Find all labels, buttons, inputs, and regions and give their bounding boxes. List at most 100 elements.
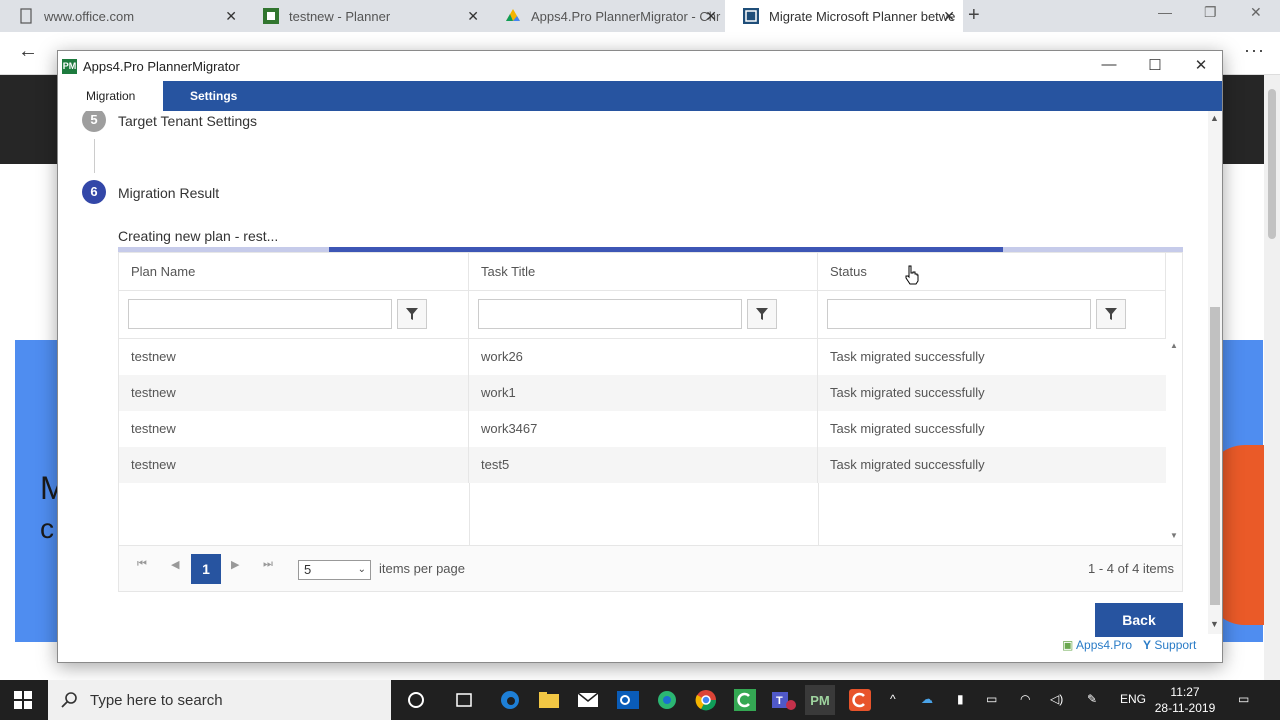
- last-page-icon[interactable]: ⏭: [263, 558, 273, 571]
- windows-start-icon[interactable]: [14, 691, 32, 709]
- grid-filter-row: [119, 291, 1166, 339]
- battery-icon[interactable]: ▭: [986, 692, 997, 706]
- wifi-icon[interactable]: ◠: [1020, 692, 1030, 706]
- restore-icon[interactable]: ❐: [1204, 4, 1217, 21]
- column-header-task-title[interactable]: Task Title: [469, 253, 818, 291]
- chrome-icon[interactable]: [694, 688, 718, 712]
- taskbar-search-placeholder: Type here to search: [90, 691, 223, 709]
- taskbar: Type here to search T PM ^ ☁ ▮ ▭ ◠ ◁) ✎ …: [0, 680, 1280, 720]
- browser-tab-active[interactable]: Migrate Microsoft Planner betwe ✕: [725, 0, 963, 32]
- new-tab-icon[interactable]: +: [968, 4, 980, 27]
- chevron-up-icon[interactable]: ^: [890, 692, 896, 706]
- close-icon[interactable]: ✕: [225, 8, 237, 25]
- scroll-up-icon[interactable]: ▲: [1210, 113, 1219, 123]
- app-scrollbar[interactable]: ▲ ▼: [1208, 111, 1222, 634]
- table-row[interactable]: testnew work3467 Task migrated successfu…: [119, 411, 1166, 447]
- cell-task-title: test5: [469, 447, 818, 483]
- close-icon[interactable]: ✕: [1186, 56, 1216, 74]
- volume-icon[interactable]: ◁): [1050, 692, 1063, 706]
- first-page-icon[interactable]: ⏮: [137, 558, 147, 571]
- close-icon[interactable]: ✕: [467, 8, 479, 25]
- app-logo-icon: PM: [62, 59, 77, 74]
- drive-icon: [505, 8, 521, 24]
- onedrive-icon[interactable]: ☁: [921, 692, 933, 706]
- notifications-icon[interactable]: ▭: [1238, 692, 1249, 706]
- page-size-select[interactable]: 5 ⌄: [298, 560, 371, 580]
- column-header-plan-name[interactable]: Plan Name: [119, 253, 469, 291]
- teams-icon[interactable]: T: [772, 688, 796, 712]
- table-row[interactable]: testnew test5 Task migrated successfully: [119, 447, 1166, 483]
- grid-scrollbar[interactable]: ▲ ▼: [1166, 339, 1182, 545]
- file-explorer-icon[interactable]: [537, 688, 561, 712]
- language-indicator[interactable]: ENG: [1120, 692, 1146, 706]
- page-size-value: 5: [304, 562, 312, 577]
- web-scrollbar[interactable]: [1264, 75, 1280, 680]
- filter-icon: [1105, 308, 1117, 320]
- app-window: PM Apps4.Pro PlannerMigrator — ☐ ✕ Migra…: [57, 50, 1223, 663]
- items-per-page-label: items per page: [379, 561, 465, 576]
- usb-icon[interactable]: ▮: [957, 692, 964, 706]
- clock-time: 11:27: [1170, 685, 1200, 699]
- apps4pro-logo-icon: ▣: [1062, 638, 1074, 652]
- support-link[interactable]: Y Support: [1143, 638, 1196, 652]
- browser-tab[interactable]: Apps4.Pro PlannerMigrator - Chr ✕: [487, 0, 725, 32]
- browser-tab-title: testnew - Planner: [289, 8, 391, 24]
- scroll-down-icon[interactable]: ▼: [1170, 531, 1178, 540]
- back-arrow-icon[interactable]: ←: [18, 40, 38, 63]
- results-grid: Plan Name Task Title Status testnew work…: [118, 252, 1183, 592]
- browser-tab[interactable]: www.office.com ✕: [0, 0, 245, 32]
- pen-icon[interactable]: ✎: [1087, 692, 1097, 706]
- scroll-down-icon[interactable]: ▼: [1210, 619, 1219, 629]
- support-link-text: Support: [1154, 638, 1197, 652]
- browser-tab-strip: www.office.com ✕ testnew - Planner ✕ App…: [0, 0, 1280, 32]
- search-icon: [61, 692, 77, 708]
- maximize-icon[interactable]: ☐: [1140, 56, 1170, 74]
- minimize-icon[interactable]: —: [1158, 4, 1172, 20]
- camtasia-icon[interactable]: [733, 688, 757, 712]
- filter-button[interactable]: [747, 299, 777, 329]
- cortana-icon[interactable]: [404, 688, 428, 712]
- back-button[interactable]: Back: [1095, 603, 1183, 637]
- grid-pager: ⏮ ◀ 1 ▶ ⏭ 5 ⌄ items per page 1 - 4 of 4 …: [119, 545, 1182, 591]
- cell-status: Task migrated successfully: [830, 421, 985, 436]
- grid-header: Plan Name Task Title Status: [119, 253, 1166, 291]
- minimize-icon[interactable]: —: [1094, 56, 1124, 73]
- edge-icon[interactable]: [498, 688, 522, 712]
- clock-date: 28-11-2019: [1154, 701, 1216, 715]
- tab-migration[interactable]: Migration: [58, 81, 164, 111]
- status-filter-input[interactable]: [827, 299, 1091, 329]
- snagit-icon[interactable]: [848, 688, 872, 712]
- browser-tab[interactable]: testnew - Planner ✕: [245, 0, 487, 32]
- current-page-button[interactable]: 1: [191, 554, 221, 584]
- apps4pro-link[interactable]: ▣ Apps4.Pro: [1062, 638, 1132, 652]
- filter-icon: [756, 308, 768, 320]
- table-row[interactable]: testnew work26 Task migrated successfull…: [119, 339, 1166, 375]
- prev-page-icon[interactable]: ◀: [171, 558, 179, 571]
- close-icon[interactable]: ✕: [705, 8, 717, 25]
- column-header-status[interactable]: Status: [818, 253, 1166, 291]
- app-nav: Migration Settings: [58, 81, 1222, 111]
- step-label: Migration Result: [118, 185, 220, 201]
- filter-cell: [469, 291, 818, 339]
- close-icon[interactable]: ✕: [943, 8, 955, 25]
- task-title-filter-input[interactable]: [478, 299, 742, 329]
- plan-name-filter-input[interactable]: [128, 299, 392, 329]
- planner-migrator-taskbar-icon[interactable]: PM: [805, 685, 835, 715]
- taskbar-search-box[interactable]: Type here to search: [48, 680, 391, 720]
- scroll-up-icon[interactable]: ▲: [1170, 341, 1178, 350]
- scrollbar-thumb[interactable]: [1210, 307, 1220, 605]
- tab-settings[interactable]: Settings: [162, 81, 265, 111]
- taskbar-clock[interactable]: 11:27 28-11-2019: [1150, 684, 1220, 716]
- app-titlebar: PM Apps4.Pro PlannerMigrator — ☐ ✕: [58, 51, 1222, 81]
- more-icon[interactable]: ···: [1244, 40, 1265, 61]
- task-view-icon[interactable]: [452, 688, 476, 712]
- table-row[interactable]: testnew work1 Task migrated successfully: [119, 375, 1166, 411]
- filter-button[interactable]: [1096, 299, 1126, 329]
- edge-beta-icon[interactable]: [655, 688, 679, 712]
- filter-button[interactable]: [397, 299, 427, 329]
- close-window-icon[interactable]: ✕: [1250, 4, 1262, 21]
- mail-icon[interactable]: [576, 688, 600, 712]
- outlook-icon[interactable]: [616, 688, 640, 712]
- hand-cursor-icon: [905, 265, 919, 285]
- next-page-icon[interactable]: ▶: [231, 558, 239, 571]
